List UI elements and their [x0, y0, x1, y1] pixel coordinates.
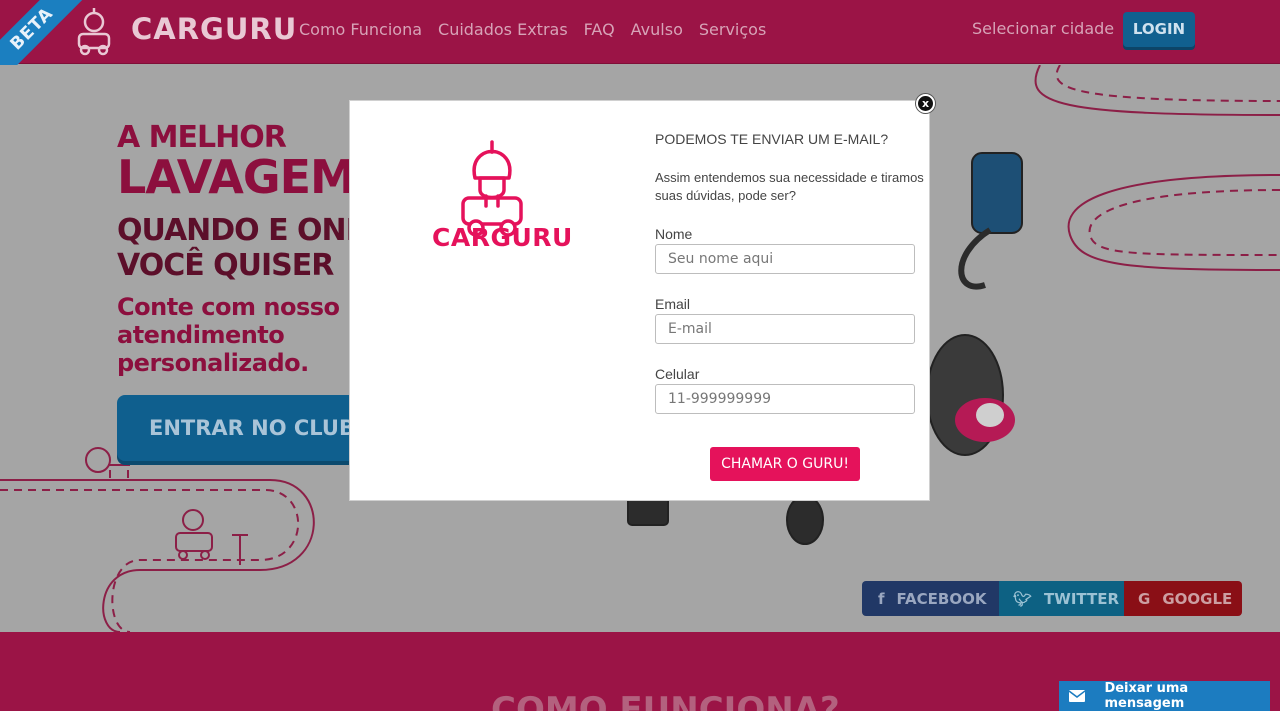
join-club-button[interactable]: ENTRAR NO CLUBE — [117, 395, 367, 461]
hero-sub-2: atendimento — [117, 321, 285, 349]
modal-description: Assim entendemos sua necessidade e tiram… — [655, 170, 924, 203]
section-title: COMO FUNCIONA? — [491, 690, 840, 711]
name-input[interactable] — [655, 244, 915, 274]
google-label: GOOGLE — [1162, 589, 1233, 608]
facebook-button[interactable]: f FACEBOOK — [862, 581, 999, 616]
twitter-button[interactable]: 🐦︎ TWITTER — [999, 581, 1124, 616]
email-label: Email — [655, 296, 691, 312]
envelope-icon — [1059, 681, 1094, 711]
leave-message-label: Deixar uma mensagem — [1104, 681, 1189, 711]
modal-brand-name: CARGURU — [432, 223, 573, 252]
nav-item-faq[interactable]: FAQ — [584, 20, 615, 39]
nav-item-cuidados-extras[interactable]: Cuidados Extras — [438, 20, 568, 39]
name-label: Nome — [655, 226, 693, 242]
twitter-icon: 🐦︎ — [1013, 589, 1033, 608]
email-input[interactable] — [655, 314, 915, 344]
leave-message-tab[interactable]: Deixar uma mensagem — [1059, 681, 1270, 711]
google-button[interactable]: G GOOGLE — [1124, 581, 1242, 616]
modal-title: PODEMOS TE ENVIAR UM E-MAIL? — [655, 131, 889, 147]
facebook-icon: f — [878, 589, 885, 608]
email-capture-modal: CARGURU PODEMOS TE ENVIAR UM E-MAIL? Ass… — [349, 100, 930, 501]
twitter-label: TWITTER — [1044, 589, 1120, 608]
nav-item-servicos[interactable]: Serviços — [699, 20, 766, 39]
contact-form: PODEMOS TE ENVIAR UM E-MAIL? Assim enten… — [655, 131, 925, 414]
hero-sub-3: personalizado. — [117, 349, 309, 377]
close-icon[interactable]: x — [916, 94, 935, 113]
nav-item-como-funciona[interactable]: Como Funciona — [299, 20, 422, 39]
site-header: BETA CARGURU Como Funciona Cuidados Extr… — [0, 0, 1280, 83]
hero-line-2: LAVAGEM — [117, 150, 356, 204]
login-button[interactable]: LOGIN — [1123, 12, 1195, 47]
hero-line-4: VOCÊ QUISER — [117, 248, 334, 283]
phone-label: Celular — [655, 366, 700, 382]
hero-sub-1: Conte com nosso — [117, 293, 340, 321]
facebook-label: FACEBOOK — [896, 589, 987, 608]
guru-logo-icon[interactable] — [70, 6, 118, 58]
call-guru-button[interactable]: CHAMAR O GURU! — [710, 447, 860, 481]
city-selector[interactable]: Selecionar cidade — [972, 19, 1114, 38]
social-login-bar: f FACEBOOK 🐦︎ TWITTER G GOOGLE — [862, 581, 1242, 616]
main-nav: Como Funciona Cuidados Extras FAQ Avulso… — [299, 20, 766, 39]
nav-item-avulso[interactable]: Avulso — [631, 20, 683, 39]
phone-input[interactable] — [655, 384, 915, 414]
google-icon: G — [1138, 589, 1151, 608]
brand-name[interactable]: CARGURU — [131, 12, 297, 46]
